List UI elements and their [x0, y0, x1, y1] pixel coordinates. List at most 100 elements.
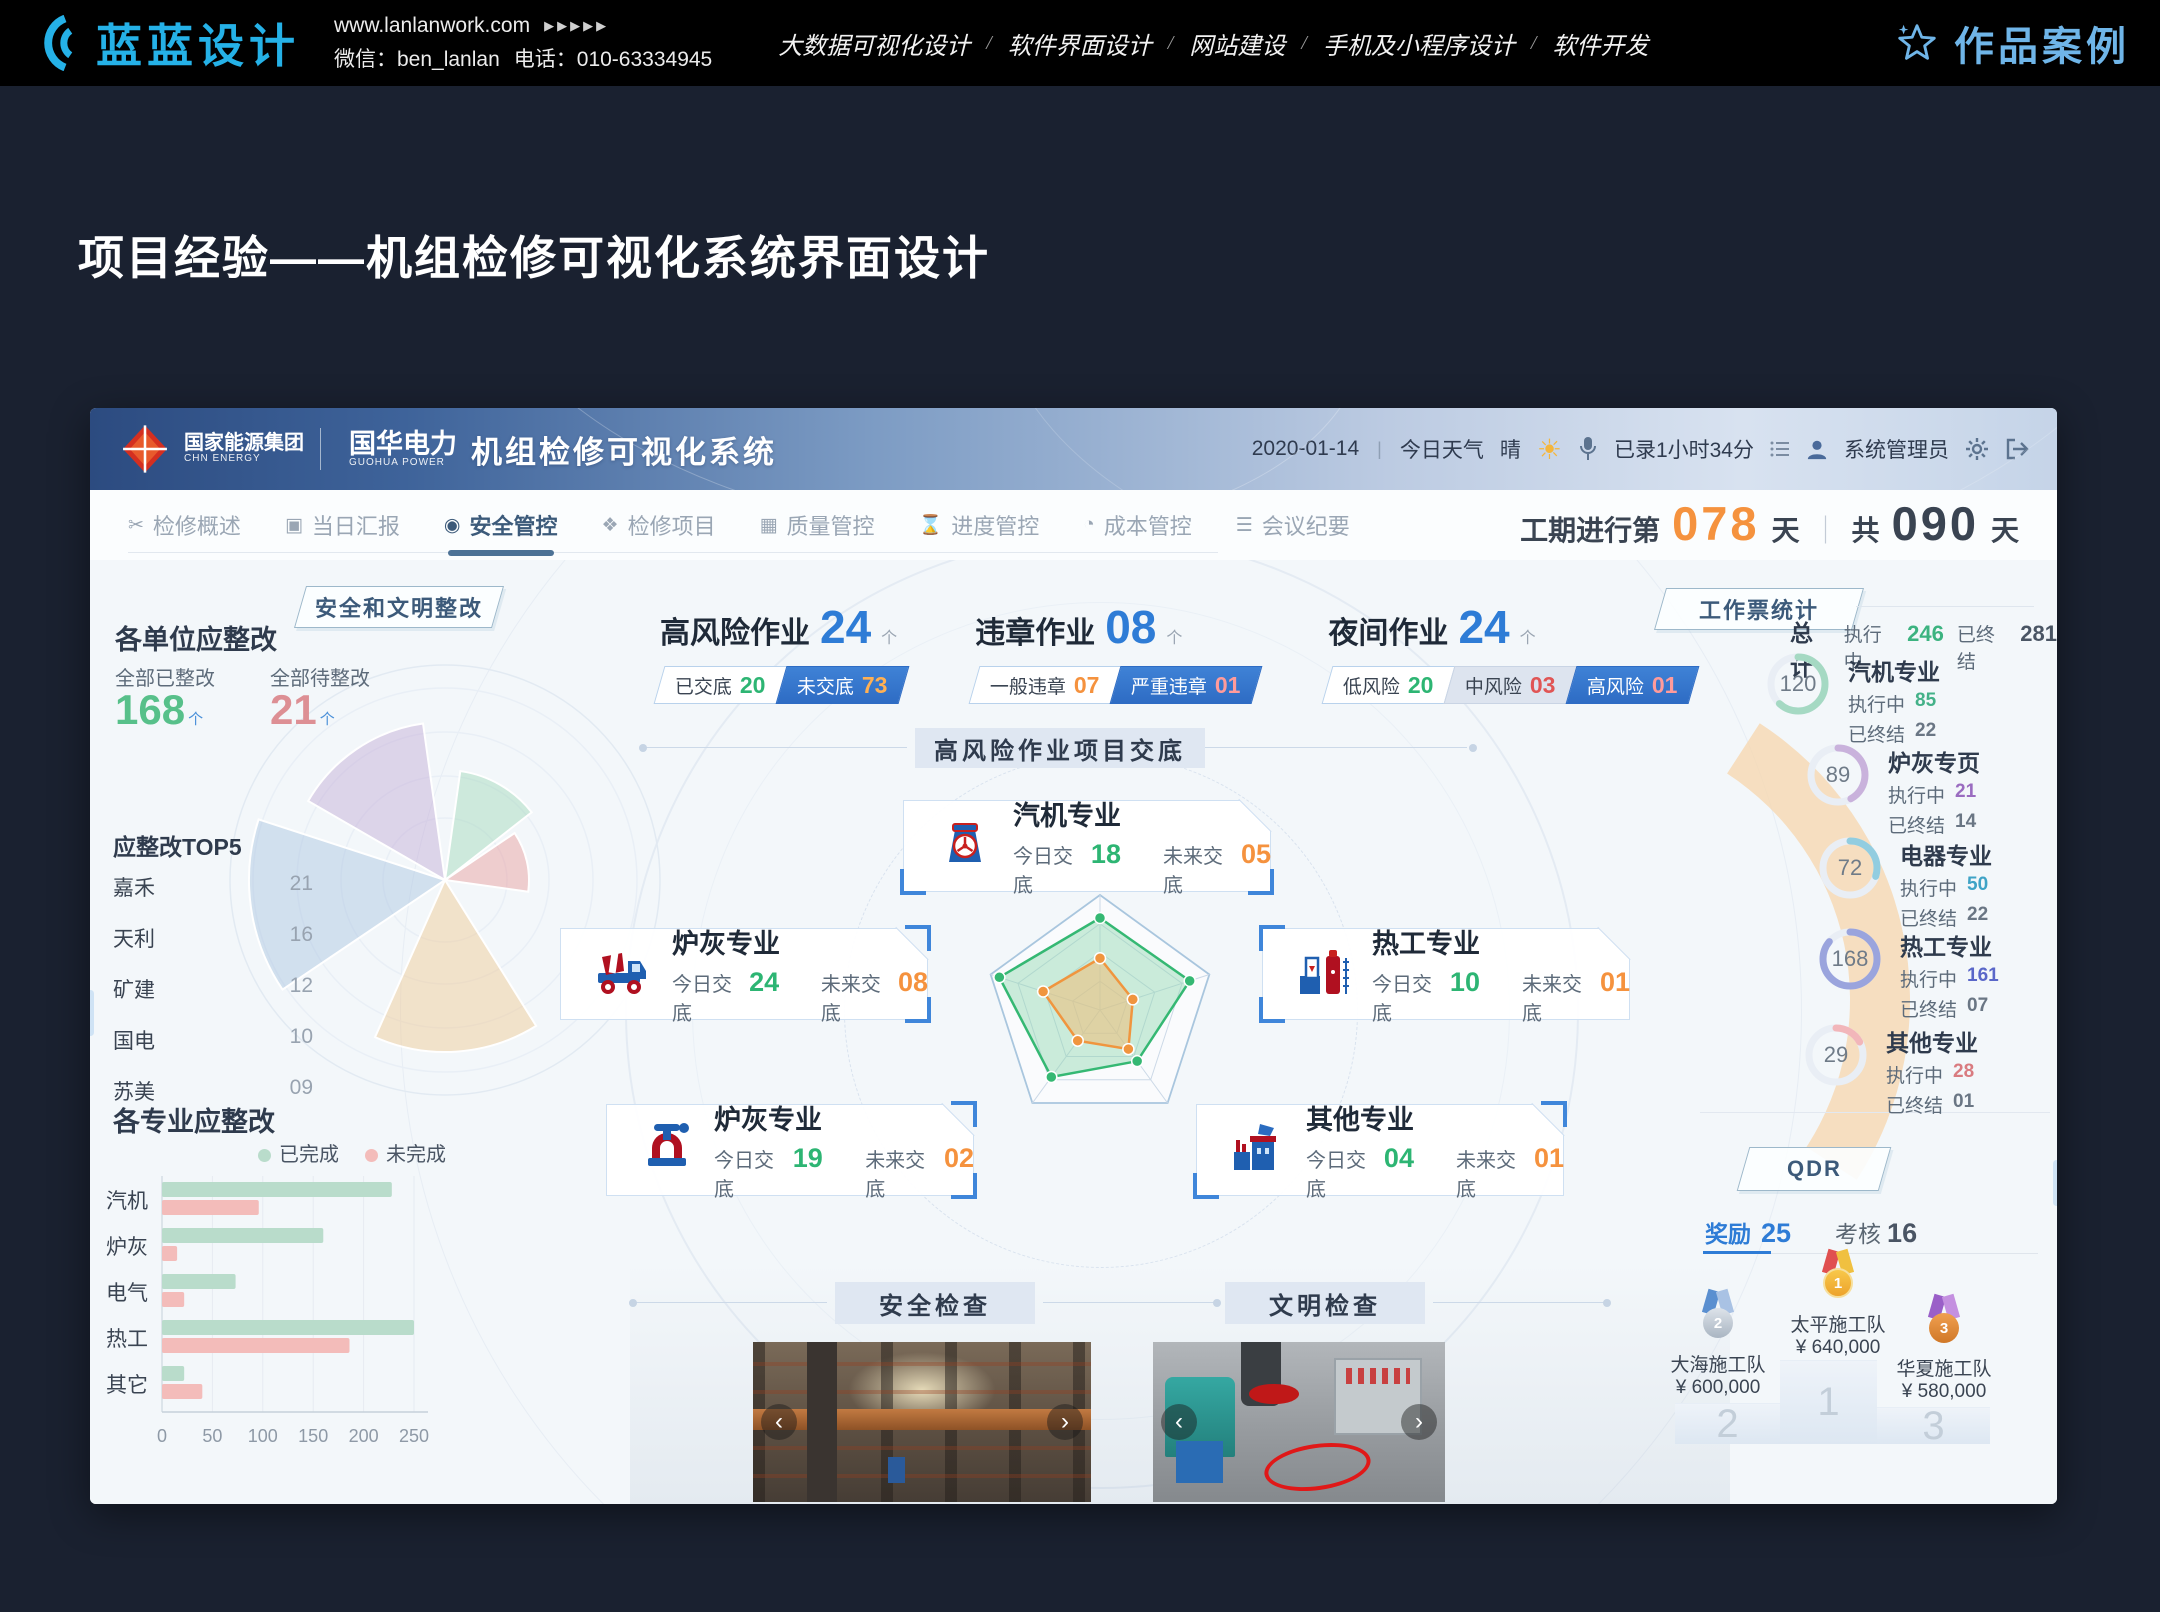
tab-rewards[interactable]: 奖励25 — [1705, 1215, 1791, 1249]
phone-number: 010-63334945 — [577, 48, 712, 71]
exec-total: 246 — [1907, 621, 1944, 647]
user-icon — [1806, 438, 1828, 460]
carousel-prev-button[interactable]: ‹ — [761, 1404, 797, 1440]
wechat-id: ben_lanlan — [397, 48, 500, 71]
star-icon — [1894, 20, 1940, 66]
portfolio-link[interactable]: 作品案例 — [1894, 14, 2130, 72]
scissors-icon: ✂ — [128, 514, 144, 537]
done-count: 168个 — [115, 686, 203, 734]
username[interactable]: 系统管理员 — [1844, 434, 1949, 464]
team-first: 太平施工队¥ 640,000 — [1758, 1310, 1918, 1359]
tab-daily-report[interactable]: ▣当日汇报 — [285, 490, 400, 560]
card-other-major[interactable]: 其他专业 今日交底04未来交底01 — [1196, 1104, 1564, 1196]
site-logo[interactable]: 蓝蓝设计 — [30, 10, 300, 76]
site-url[interactable]: www.lanlanwork.com — [334, 14, 530, 38]
factory-icon — [1230, 1122, 1286, 1179]
rectify-bar-chart: 050100150200250汽机炉灰电气热工其它 — [96, 1166, 496, 1466]
svg-text:热工: 热工 — [106, 1328, 148, 1351]
microphone-icon[interactable] — [1578, 436, 1598, 462]
boiler-plant-icon — [1296, 946, 1352, 1003]
nav-item-dev[interactable]: 软件开发 — [1552, 26, 1648, 61]
tab-cost-control[interactable]: ◔成本管控 — [1083, 490, 1192, 560]
section-safety-check: 安全检查 — [835, 1282, 1035, 1324]
list-icon[interactable] — [1770, 440, 1790, 458]
nav-item-software-ui[interactable]: 软件界面设计 — [1008, 26, 1152, 61]
svg-text:200: 200 — [349, 1426, 379, 1446]
dashboard-screenshot: 国家能源集团 CHN ENERGY 国华电力 GUOHUA POWER 机组检修… — [90, 408, 2057, 1504]
list-item[interactable]: 嘉禾21 — [113, 872, 313, 902]
weather-label: 今日天气 — [1400, 434, 1484, 464]
section-briefing-title: 高风险作业项目交底 — [915, 728, 1205, 768]
sun-icon: ☀ — [1537, 433, 1562, 466]
stat-night-jobs: 夜间作业24个 低风险20 中风险03 高风险01 — [1328, 600, 1693, 704]
site-banner: 蓝蓝设计 www.lanlanwork.com ▶▶▶▶▶ 微信：ben_lan… — [0, 0, 2160, 86]
ticket-row-electric: 72 电器专业 执行中50 已终结22 — [1817, 835, 1992, 931]
carousel-prev-button[interactable]: ‹ — [1161, 1404, 1197, 1440]
brand-name-en: GUOHUA POWER — [349, 458, 457, 469]
app-header: 国家能源集团 CHN ENERGY 国华电力 GUOHUA POWER 机组检修… — [90, 408, 2057, 490]
edge-handle[interactable] — [90, 990, 94, 1036]
svg-text:50: 50 — [202, 1426, 222, 1446]
brand-name-cn: 国华电力 — [349, 430, 457, 458]
carousel-next-button[interactable]: › — [1401, 1404, 1437, 1440]
list-item[interactable]: 国电10 — [113, 1025, 313, 1055]
svg-text:炉灰: 炉灰 — [106, 1236, 148, 1259]
bar-legend: 已完成 未完成 — [258, 1138, 446, 1167]
nav-item-mobile[interactable]: 手机及小程序设计 — [1323, 26, 1515, 61]
list-item[interactable]: 天利16 — [113, 923, 313, 953]
wechat-label: 微信： — [334, 48, 397, 71]
card-turbine-major[interactable]: 汽机专业 今日交底18未来交底05 — [903, 800, 1271, 892]
stat-violations: 违章作业08个 一般违章07 严重违章01 — [975, 600, 1256, 704]
turbine-icon — [937, 816, 993, 877]
top5-title: 应整改TOP5 — [113, 828, 242, 862]
carousel-next-button[interactable]: › — [1047, 1404, 1083, 1440]
nav-item-bigdata[interactable]: 大数据可视化设计 — [778, 26, 970, 61]
site-nav: 大数据可视化设计 / 软件界面设计 / 网站建设 / 手机及小程序设计 / 软件… — [778, 26, 1648, 61]
donut-chart: 168 — [1817, 926, 1883, 992]
tab-assessment[interactable]: 考核16 — [1835, 1215, 1917, 1249]
top5-list: 嘉禾21 天利16 矿建12 国电10 苏美09 — [113, 872, 313, 1127]
ticket-row-other: 29 其他专业 执行中28 已终结01 — [1803, 1022, 1978, 1118]
section-units-rectify: 各单位应整改 — [115, 618, 277, 657]
header-utilities: 2020-01-14 | 今日天气 晴 ☀ 已录1小时34分 系统管理员 — [1252, 433, 2029, 466]
chn-energy-logo-icon — [118, 422, 172, 476]
portfolio-label: 作品案例 — [1954, 14, 2130, 72]
ticket-row-ash: 89 炉灰专页 执行中21 已终结14 — [1805, 742, 1980, 838]
badge-safety-rectify: 安全和文明整改 — [294, 586, 504, 628]
tab-maintenance-projects[interactable]: ❖检修项目 — [602, 490, 716, 560]
svg-text:电气: 电气 — [106, 1282, 148, 1305]
stat-high-risk: 高风险作业24个 已交底20 未交底73 — [660, 600, 903, 704]
svg-text:其它: 其它 — [106, 1374, 148, 1397]
current-date: 2020-01-14 — [1252, 437, 1359, 461]
card-thermal-major[interactable]: 热工专业 今日交底10未来交底01 — [1262, 928, 1630, 1020]
pending-count: 21个 — [270, 686, 335, 734]
logout-icon[interactable] — [2005, 438, 2029, 460]
arrows-decor: ▶▶▶▶▶ — [544, 18, 609, 34]
total-days: 090 — [1892, 496, 1979, 551]
tag-high-risk: 高风险01 — [1565, 666, 1699, 704]
closed-total: 281 — [2020, 621, 2057, 647]
group-name-cn: 国家能源集团 — [184, 433, 304, 454]
section-civilized-check: 文明检查 — [1225, 1282, 1425, 1324]
tab-meeting-minutes[interactable]: ☰会议纪要 — [1236, 490, 1350, 560]
svg-text:250: 250 — [399, 1426, 429, 1446]
tag-briefed: 已交底20 — [654, 666, 788, 704]
card-ash-major-2[interactable]: 炉灰专业 今日交底19未来交底02 — [606, 1104, 974, 1196]
tab-progress-control[interactable]: ⌛进度管控 — [919, 490, 1040, 560]
tab-quality-control[interactable]: ▦质量管控 — [760, 490, 875, 560]
svg-text:100: 100 — [248, 1426, 278, 1446]
donut-chart: 120 — [1765, 651, 1831, 717]
gear-icon[interactable] — [1965, 437, 1989, 461]
card-ash-major[interactable]: 炉灰专业 今日交底24未来交底08 — [560, 928, 928, 1020]
hourglass-icon: ⌛ — [919, 513, 943, 537]
ticket-row-thermal: 168 热工专业 执行中161 已终结07 — [1817, 926, 1999, 1022]
list-item[interactable]: 矿建12 — [113, 974, 313, 1004]
report-icon: ▣ — [285, 514, 303, 537]
tab-overview[interactable]: ✂检修概述 — [128, 490, 241, 560]
shield-icon: ◉ — [444, 514, 461, 537]
nav-item-website[interactable]: 网站建设 — [1189, 26, 1285, 61]
edge-handle[interactable] — [2053, 1160, 2057, 1206]
quality-icon: ▦ — [760, 514, 778, 537]
tab-safety-control[interactable]: ◉安全管控 — [444, 490, 558, 560]
silver-medal-icon: 2 — [1696, 1290, 1740, 1348]
